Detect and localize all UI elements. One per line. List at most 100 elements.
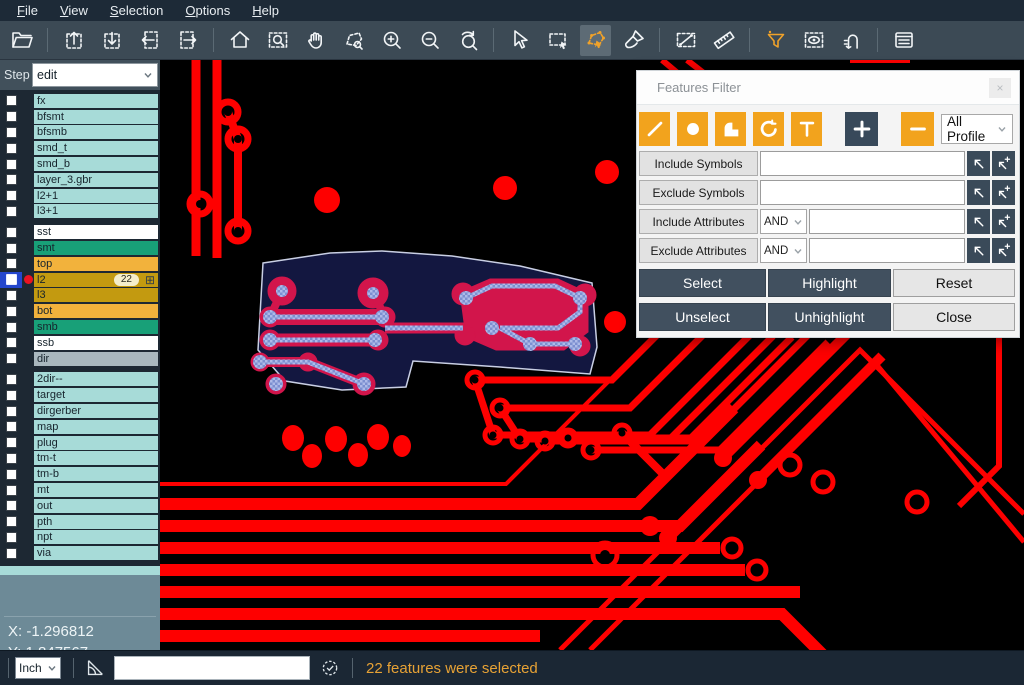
layer-checkbox[interactable] [0, 372, 22, 388]
snap-icon[interactable] [836, 25, 867, 56]
filter-label-button[interactable]: Include Attributes [639, 209, 758, 234]
layer-name-bar[interactable]: smb [34, 320, 158, 334]
layer-name-bar[interactable]: 2dir-- [34, 372, 158, 386]
select-arrow-icon[interactable] [504, 25, 535, 56]
layer-name-bar[interactable]: l2+1 [34, 189, 158, 203]
highlight-button[interactable]: Highlight [768, 269, 891, 297]
layer-checkbox[interactable] [0, 140, 22, 156]
reset-button[interactable]: Reset [893, 269, 1015, 297]
selection-region[interactable] [251, 251, 597, 395]
layer-name-bar[interactable]: l222⊞ [34, 273, 158, 287]
folder-open-icon[interactable] [6, 25, 37, 56]
layer-name-bar[interactable]: fx [34, 94, 158, 108]
layer-name-bar[interactable]: pth [34, 515, 158, 529]
minus-tool-icon[interactable] [901, 112, 934, 146]
view-box-icon[interactable] [798, 25, 829, 56]
zoom-out-icon[interactable] [414, 25, 445, 56]
export-up-icon[interactable] [58, 25, 89, 56]
layer-checkbox[interactable] [0, 288, 22, 304]
unhighlight-button[interactable]: Unhighlight [768, 303, 891, 331]
layer-checkbox[interactable] [0, 335, 22, 351]
polygon-select-icon[interactable] [580, 25, 611, 56]
layer-checkbox[interactable] [0, 240, 22, 256]
zoom-area-icon[interactable] [262, 25, 293, 56]
layer-row-smb[interactable]: smb [0, 319, 160, 335]
layer-row-target[interactable]: target [0, 387, 160, 403]
layer-checkbox[interactable] [0, 498, 22, 514]
and-operator-select[interactable]: AND [760, 238, 807, 263]
layer-row-l2[interactable]: l222⊞ [0, 272, 160, 288]
and-operator-select[interactable]: AND [760, 209, 807, 234]
grid-icon[interactable]: ⊞ [145, 274, 155, 286]
unselect-button[interactable]: Unselect [639, 303, 766, 331]
layer-name-bar[interactable]: ssb [34, 336, 158, 350]
layer-row-l2+1[interactable]: l2+1 [0, 188, 160, 204]
layer-row-smd_t[interactable]: smd_t [0, 140, 160, 156]
unit-select[interactable]: Inch [15, 657, 61, 679]
layer-row-smt[interactable]: smt [0, 240, 160, 256]
layer-row-fx[interactable]: fx [0, 93, 160, 109]
layer-checkbox[interactable] [0, 466, 22, 482]
layer-checkbox[interactable] [0, 109, 22, 125]
layer-name-bar[interactable]: smt [34, 241, 158, 255]
layer-name-bar[interactable]: out [34, 499, 158, 513]
layer-name-bar[interactable]: target [34, 388, 158, 402]
layer-name-bar[interactable]: top [34, 257, 158, 271]
filter-label-button[interactable]: Exclude Attributes [639, 238, 758, 263]
layer-row-out[interactable]: out [0, 498, 160, 514]
plus-tool-icon[interactable] [845, 112, 878, 146]
layer-row-2dir--[interactable]: 2dir-- [0, 372, 160, 388]
shift-right-icon[interactable] [172, 25, 203, 56]
layer-name-bar[interactable]: plug [34, 436, 158, 450]
layer-checkbox[interactable] [0, 514, 22, 530]
nw-arrow-plus-icon[interactable] [992, 209, 1015, 234]
layer-row-dirgerber[interactable]: dirgerber [0, 403, 160, 419]
layer-checkbox[interactable] [0, 419, 22, 435]
menu-options[interactable]: Options [174, 0, 241, 21]
layer-name-bar[interactable]: bfsmt [34, 110, 158, 124]
filter-label-button[interactable]: Include Symbols [639, 151, 758, 176]
arc-tool-icon[interactable] [753, 112, 784, 146]
layer-name-bar[interactable]: dirgerber [34, 404, 158, 418]
clean-brush-icon[interactable] [618, 25, 649, 56]
layer-checkbox[interactable] [0, 545, 22, 561]
menu-file[interactable]: File [6, 0, 49, 21]
filter-label-button[interactable]: Exclude Symbols [639, 180, 758, 205]
layer-checkbox[interactable] [0, 172, 22, 188]
zoom-in-icon[interactable] [376, 25, 407, 56]
ruler-icon[interactable] [708, 25, 739, 56]
filter-icon[interactable] [760, 25, 791, 56]
rect-select-icon[interactable] [542, 25, 573, 56]
menu-help[interactable]: Help [241, 0, 290, 21]
zoom-polygon-icon[interactable] [338, 25, 369, 56]
pad-tool-icon[interactable] [677, 112, 708, 146]
filter-value-input[interactable] [809, 238, 965, 263]
layer-checkbox[interactable] [0, 256, 22, 272]
layer-checkbox[interactable] [0, 451, 22, 467]
layer-checkbox[interactable] [0, 403, 22, 419]
menu-selection[interactable]: Selection [99, 0, 174, 21]
layer-name-bar[interactable]: bfsmb [34, 125, 158, 139]
layer-row-mt[interactable]: mt [0, 482, 160, 498]
layer-checkbox[interactable] [0, 303, 22, 319]
layer-row-dir[interactable]: dir [0, 351, 160, 367]
layer-row-l3+1[interactable]: l3+1 [0, 204, 160, 220]
nw-arrow-icon[interactable] [967, 151, 990, 176]
layer-row-layer_3.gbr[interactable]: layer_3.gbr [0, 172, 160, 188]
layer-checkbox[interactable] [0, 272, 22, 288]
layer-checkbox[interactable] [0, 204, 22, 220]
nw-arrow-plus-icon[interactable] [992, 151, 1015, 176]
layer-checkbox[interactable] [0, 93, 22, 109]
layer-checkbox[interactable] [0, 125, 22, 141]
layer-row-top[interactable]: top [0, 256, 160, 272]
filter-value-input[interactable] [809, 209, 965, 234]
layer-checkbox[interactable] [0, 435, 22, 451]
layer-checkbox[interactable] [0, 156, 22, 172]
layer-row-smd_b[interactable]: smd_b [0, 156, 160, 172]
layer-name-bar[interactable]: smd_t [34, 141, 158, 155]
layer-checkbox[interactable] [0, 319, 22, 335]
layer-name-bar[interactable]: npt [34, 530, 158, 544]
layer-row-tm-b[interactable]: tm-b [0, 466, 160, 482]
layer-name-bar[interactable]: l3 [34, 288, 158, 302]
home-icon[interactable] [224, 25, 255, 56]
